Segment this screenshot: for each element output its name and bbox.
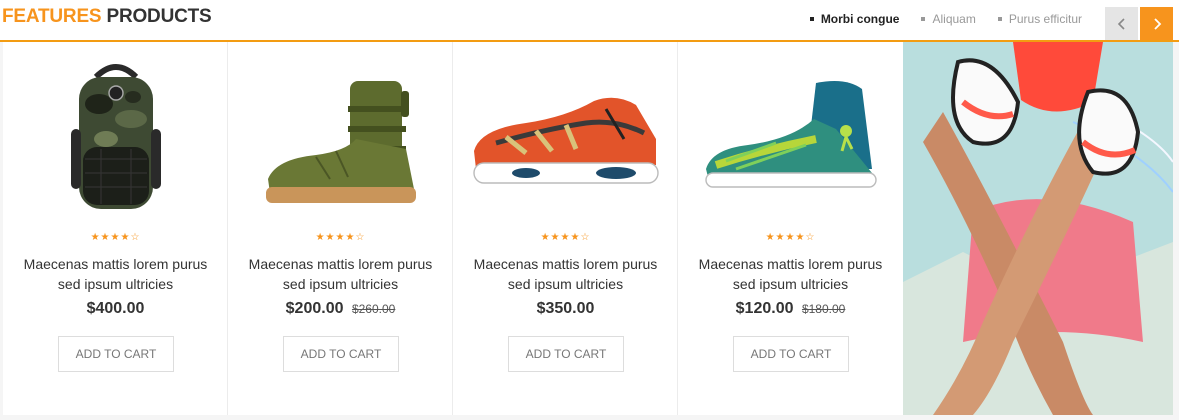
tab-label: Purus efficitur bbox=[1008, 12, 1082, 26]
rating-stars: ★★★★☆ bbox=[315, 232, 366, 243]
chevron-left-icon bbox=[1117, 17, 1125, 30]
product-card: ★★★★☆ Maecenas mattis lorem purus sed ip… bbox=[453, 42, 678, 415]
product-image-basketball-shoe[interactable] bbox=[678, 54, 903, 224]
rating-stars: ★★★★☆ bbox=[540, 232, 591, 243]
price-block: $350.00 bbox=[453, 300, 678, 318]
add-to-cart-button[interactable]: ADD TO CART bbox=[58, 336, 174, 372]
section-header: FEATURES PRODUCTS Morbi congue Aliquam P… bbox=[0, 0, 1179, 42]
category-tabs: Morbi congue Aliquam Purus efficitur bbox=[809, 12, 1082, 26]
bullet-icon bbox=[809, 17, 814, 21]
product-image-backpack[interactable] bbox=[3, 54, 228, 224]
product-image-boot[interactable] bbox=[228, 54, 453, 224]
chevron-right-icon bbox=[1153, 17, 1161, 30]
product-grid: ★★★★☆ Maecenas mattis lorem purus sed ip… bbox=[3, 42, 903, 415]
add-to-cart-button[interactable]: ADD TO CART bbox=[508, 336, 624, 372]
tab-label: Aliquam bbox=[932, 12, 976, 26]
add-to-cart-button[interactable]: ADD TO CART bbox=[733, 336, 849, 372]
tab-morbi-congue[interactable]: Morbi congue bbox=[809, 12, 900, 26]
rating-stars: ★★★★☆ bbox=[765, 232, 816, 243]
section-title-rest: PRODUCTS bbox=[106, 6, 212, 27]
product-name[interactable]: Maecenas mattis lorem purus sed ipsum ul… bbox=[688, 254, 893, 294]
add-to-cart-button[interactable]: ADD TO CART bbox=[283, 336, 399, 372]
carousel-next-button[interactable] bbox=[1140, 7, 1173, 40]
product-name[interactable]: Maecenas mattis lorem purus sed ipsum ul… bbox=[463, 254, 668, 294]
price-block: $120.00 $180.00 bbox=[678, 300, 903, 318]
product-name[interactable]: Maecenas mattis lorem purus sed ipsum ul… bbox=[13, 254, 218, 294]
tab-label: Morbi congue bbox=[820, 12, 900, 26]
product-price: $120.00 bbox=[735, 300, 794, 317]
product-image-running-shoe[interactable] bbox=[453, 54, 678, 224]
carousel-prev-button[interactable] bbox=[1105, 7, 1138, 40]
section-title: FEATURES PRODUCTS bbox=[2, 6, 212, 28]
product-price: $200.00 bbox=[285, 300, 344, 317]
product-card: ★★★★☆ Maecenas mattis lorem purus sed ip… bbox=[3, 42, 228, 415]
bullet-icon bbox=[921, 17, 926, 21]
promo-banner-image[interactable] bbox=[903, 42, 1173, 415]
section-title-accent: FEATURES bbox=[2, 6, 102, 27]
price-block: $200.00 $260.00 bbox=[228, 300, 453, 318]
product-old-price: $260.00 bbox=[351, 302, 396, 316]
tab-purus-efficitur[interactable]: Purus efficitur bbox=[997, 12, 1082, 26]
rating-stars: ★★★★☆ bbox=[90, 232, 141, 243]
product-name[interactable]: Maecenas mattis lorem purus sed ipsum ul… bbox=[238, 254, 443, 294]
product-old-price: $180.00 bbox=[801, 302, 846, 316]
price-block: $400.00 bbox=[3, 300, 228, 318]
product-card: ★★★★☆ Maecenas mattis lorem purus sed ip… bbox=[228, 42, 453, 415]
product-card: ★★★★☆ Maecenas mattis lorem purus sed ip… bbox=[678, 42, 903, 415]
product-price: $400.00 bbox=[86, 300, 145, 317]
tab-aliquam[interactable]: Aliquam bbox=[921, 12, 976, 26]
bullet-icon bbox=[997, 17, 1002, 21]
product-price: $350.00 bbox=[536, 300, 595, 317]
